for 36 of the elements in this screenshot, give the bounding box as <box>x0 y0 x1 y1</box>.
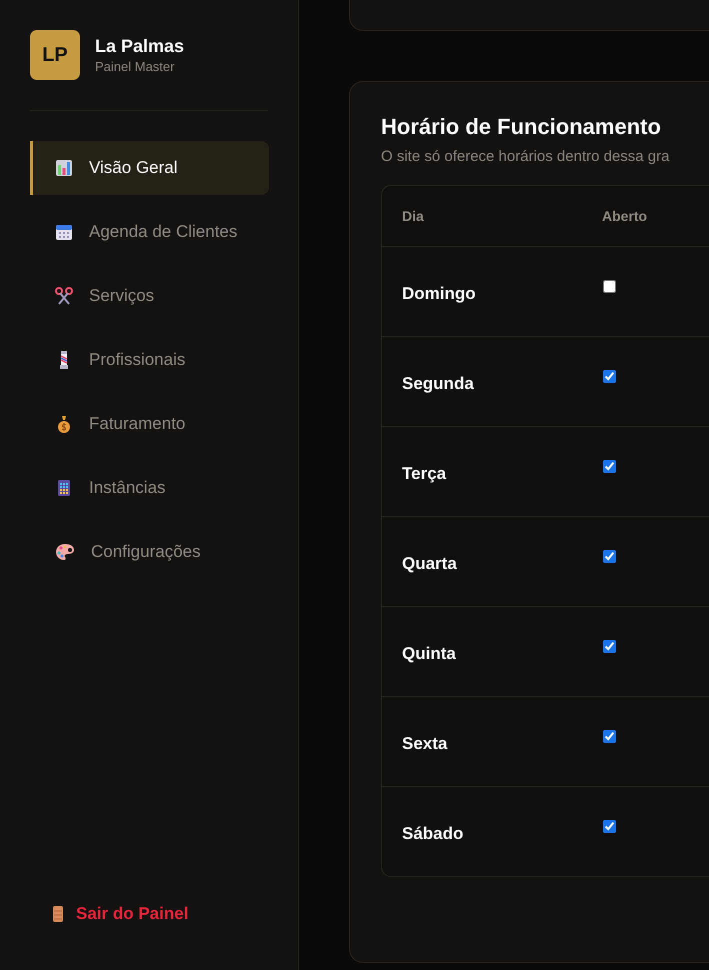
nav-item[interactable]: Serviços <box>30 269 269 323</box>
nav-item[interactable]: Profissionais <box>30 333 269 387</box>
calendar-icon <box>55 223 73 241</box>
day-label: Segunda <box>402 374 475 394</box>
open-checkbox[interactable] <box>603 460 616 473</box>
day-label: Terça <box>402 464 448 484</box>
scissors-icon <box>55 287 73 305</box>
nav-item[interactable]: Faturamento <box>30 397 269 451</box>
day-label: Quinta <box>402 644 457 664</box>
open-checkbox[interactable] <box>603 370 616 383</box>
palette-icon <box>55 543 75 561</box>
section-subtitle: O site só oferece horários dentro dessa gra <box>381 148 670 165</box>
day-label: Sexta <box>402 734 448 754</box>
money-bag-icon <box>55 415 73 433</box>
door-icon <box>52 905 64 923</box>
logout-link[interactable]: Sair do Painel <box>30 904 268 924</box>
phone-icon <box>55 479 73 497</box>
open-checkbox[interactable] <box>603 550 616 563</box>
column-header: Dia <box>402 208 425 224</box>
nav-item[interactable]: Agenda de Clientes <box>30 205 269 259</box>
brand-name: La Palmas <box>95 36 184 57</box>
open-checkbox[interactable] <box>603 820 616 833</box>
brand-subtitle: Painel Master <box>95 59 176 74</box>
open-checkbox[interactable] <box>603 730 616 743</box>
nav-item[interactable]: Configurações <box>30 525 269 579</box>
nav-item[interactable]: Instâncias <box>30 461 269 515</box>
nav-item[interactable]: Visão Geral <box>30 141 269 195</box>
open-checkbox[interactable] <box>603 280 616 293</box>
column-header: Aberto <box>602 208 648 224</box>
logo: LP <box>30 30 80 80</box>
bar-chart-icon <box>55 159 73 177</box>
day-label: Quarta <box>402 554 458 574</box>
section-title: Horário de Funcionamento <box>381 114 662 140</box>
open-checkbox[interactable] <box>603 640 616 653</box>
day-label: Sábado <box>402 824 464 844</box>
day-label: Domingo <box>402 284 477 304</box>
